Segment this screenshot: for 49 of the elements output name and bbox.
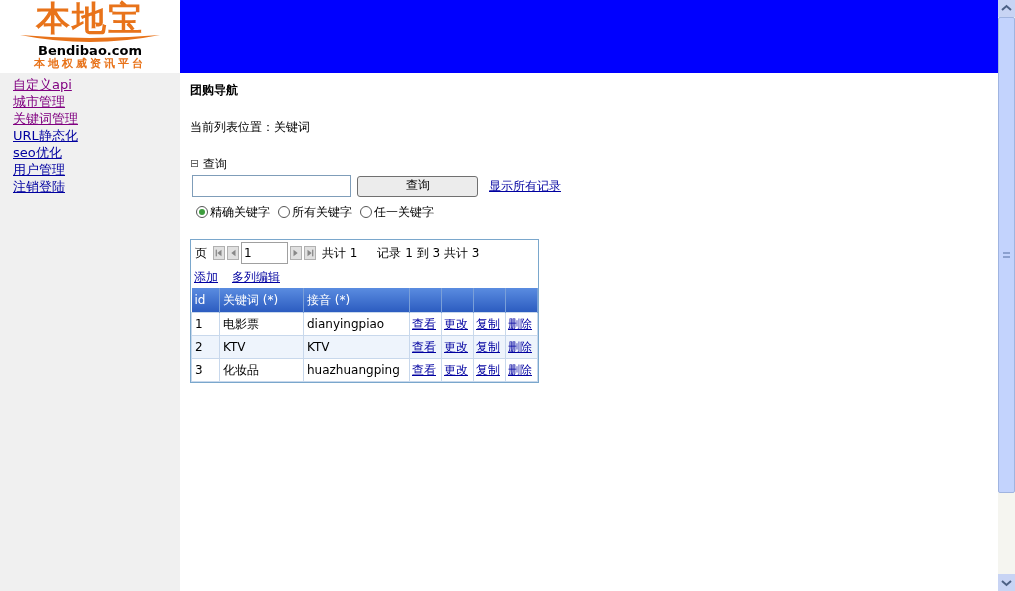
previous-page-icon[interactable]	[227, 246, 239, 260]
page-field[interactable]: 1	[241, 242, 288, 264]
search-field[interactable]	[192, 175, 351, 197]
radio-button[interactable]	[278, 206, 290, 218]
radio-label: 所有关键字	[292, 204, 352, 221]
search-button[interactable]: 查询	[357, 175, 478, 197]
logo-tagline: 本地权威资讯平台	[34, 58, 146, 69]
sidebar-link[interactable]: 注销登陆	[13, 178, 65, 195]
table-cell: 电影票	[219, 312, 304, 335]
radio-button[interactable]	[196, 206, 208, 218]
location-text: 当前列表位置：关键词	[190, 119, 310, 136]
table-cell: 3	[191, 358, 220, 381]
table-cell: 化妆品	[219, 358, 304, 381]
column-header: id	[191, 288, 220, 312]
sidebar-link[interactable]: URL静态化	[13, 127, 78, 144]
scroll-up-icon[interactable]	[998, 0, 1015, 17]
page-title: 团购导航	[190, 82, 238, 99]
radio-button[interactable]	[360, 206, 372, 218]
table-cell: KTV	[219, 335, 304, 358]
radio-label: 任一关键字	[374, 204, 434, 221]
logo-domain: Bendibao.com	[38, 44, 142, 57]
query-title: 查询	[203, 156, 228, 173]
page-total: 共计 1	[322, 245, 358, 262]
collapse-toggle[interactable]: ⊟	[190, 155, 200, 173]
column-header: 接音 (*)	[303, 288, 410, 312]
toolbar-link[interactable]: 添加	[194, 268, 218, 286]
table-cell: dianyingpiao	[303, 312, 410, 335]
table-cell: KTV	[303, 335, 410, 358]
show-all-link[interactable]: 显示所有记录	[489, 177, 561, 195]
sidebar-link[interactable]: 自定义api	[13, 76, 72, 93]
record-count: 记录 1 到 3 共计 3	[377, 245, 480, 262]
swoosh-icon	[20, 35, 160, 43]
scroll-thumb[interactable]	[998, 17, 1015, 493]
column-header: 关键词 (*)	[219, 288, 304, 312]
sidebar-link[interactable]: 关键词管理	[13, 110, 78, 127]
table-cell: huazhuangping	[303, 358, 410, 381]
toolbar-link[interactable]: 多列编辑	[232, 268, 280, 286]
sidebar-link[interactable]: 用户管理	[13, 161, 65, 178]
table-cell: 1	[191, 312, 220, 335]
sidebar-link[interactable]: seo优化	[13, 144, 62, 161]
logo-title: 本地宝	[36, 1, 144, 35]
page-label: 页	[195, 245, 207, 262]
radio-label: 精确关键字	[210, 204, 270, 221]
table-cell: 2	[191, 335, 220, 358]
scroll-down-icon[interactable]	[998, 574, 1015, 591]
first-page-icon[interactable]	[213, 246, 225, 260]
last-page-icon[interactable]	[304, 246, 316, 260]
next-page-icon[interactable]	[290, 246, 302, 260]
sidebar-link[interactable]: 城市管理	[13, 93, 65, 110]
